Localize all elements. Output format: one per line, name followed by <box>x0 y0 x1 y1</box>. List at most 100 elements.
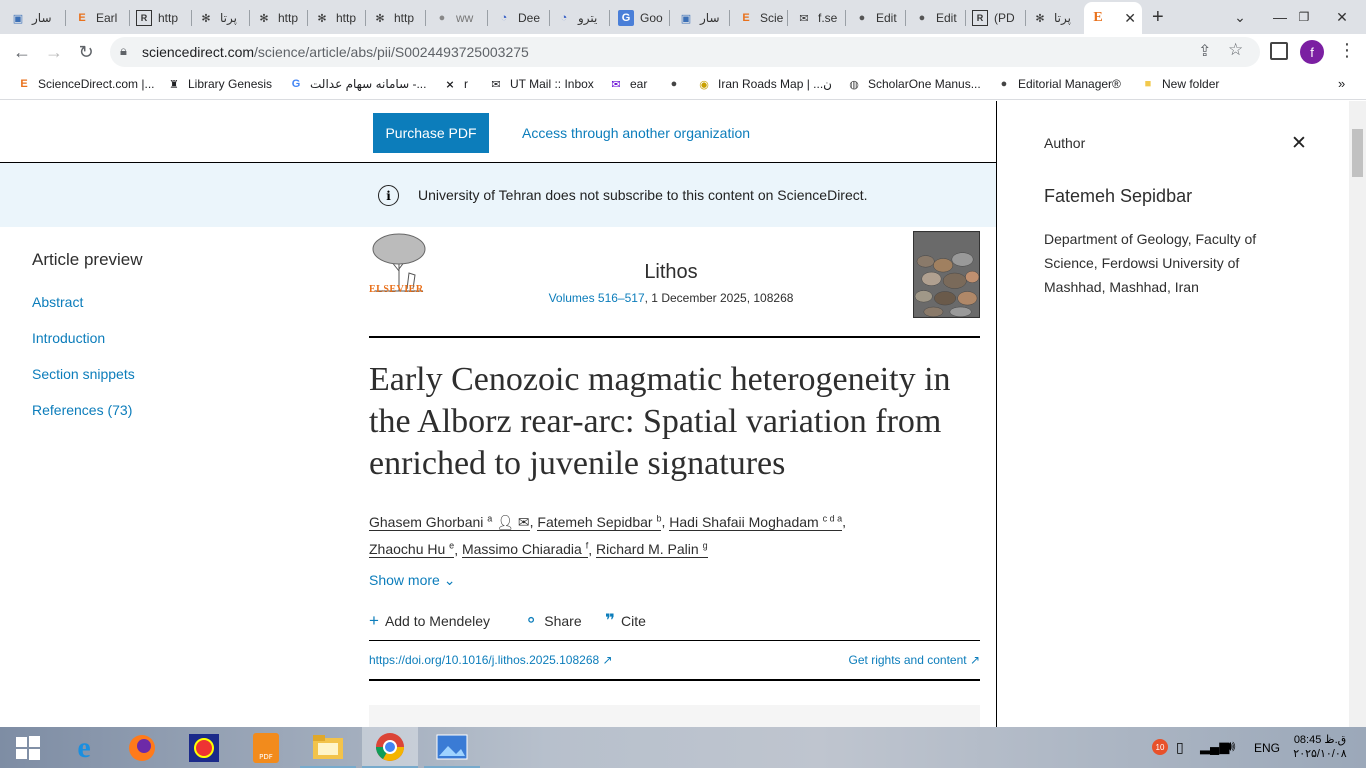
volume-icon[interactable]: 🔊︎ <box>1226 738 1235 755</box>
elsevier-wordmark: ELSEVIER <box>369 284 424 295</box>
tab[interactable]: ✻ http <box>308 4 366 32</box>
bookmark-item[interactable]: ◉ Iran Roads Map | ...ن <box>696 76 832 92</box>
language-indicator[interactable]: ENG <box>1254 741 1280 755</box>
bookmark-star-icon[interactable]: ☆ <box>1228 40 1243 60</box>
author-link[interactable]: Hadi Shafaii Moghadam c d a <box>669 513 843 531</box>
bookmark-item[interactable]: ✉ UT Mail :: Inbox <box>488 76 593 92</box>
new-tab-button[interactable]: + <box>1152 6 1164 29</box>
toc-link-abstract[interactable]: Abstract <box>32 294 83 310</box>
windows-start-icon[interactable] <box>0 727 56 768</box>
map-icon: ◉ <box>699 78 709 91</box>
bookmark-item[interactable]: ● <box>666 76 688 92</box>
share-page-icon[interactable]: ⇪ <box>1198 41 1211 61</box>
author-link[interactable]: Richard M. Palin g <box>595 541 708 559</box>
toc-link-section-snippets[interactable]: Section snippets <box>32 366 135 382</box>
close-window-button[interactable]: ✕ <box>1318 0 1366 34</box>
purchase-pdf-button[interactable]: Purchase PDF <box>373 113 489 153</box>
clock[interactable]: 08:45 ق.ظ ۲۰۲۵/۱۰/۰۸ <box>1290 733 1350 761</box>
access-bar: Purchase PDF Access through another orga… <box>0 101 996 163</box>
author-link[interactable]: Ghasem Ghorbani a 👤︎ ✉ <box>369 513 530 531</box>
journal-title[interactable]: Lithos <box>540 261 802 284</box>
scholarone-icon: ◍ <box>849 78 859 91</box>
author-link[interactable]: Massimo Chiaradia f <box>461 541 589 559</box>
network-app-icon[interactable] <box>176 727 232 768</box>
doi-link[interactable]: https://doi.org/10.1016/j.lithos.2025.10… <box>369 653 613 667</box>
cite-button[interactable]: ❞ Cite <box>605 611 646 631</box>
tab[interactable]: G Goo <box>612 4 670 32</box>
bookmark-item[interactable]: ♜ Library Genesis <box>166 76 272 92</box>
file-explorer-icon[interactable] <box>300 727 356 768</box>
tab-search-icon[interactable]: ⌄ <box>1220 0 1260 34</box>
menu-icon[interactable]: ⋮ <box>1338 40 1356 61</box>
reload-button[interactable]: ↻ <box>72 38 100 66</box>
bookmark-item[interactable]: G سامانه سهام عدالت -... <box>288 76 427 92</box>
close-tab-icon[interactable]: ✕ <box>1124 10 1136 27</box>
divider <box>369 336 980 338</box>
tab[interactable]: ✻ پرتا <box>1026 4 1082 32</box>
rights-link[interactable]: Get rights and content ↗ <box>849 653 980 667</box>
tab[interactable]: ▣ سار <box>4 4 66 32</box>
notification-badge[interactable]: 10 <box>1152 739 1168 755</box>
add-to-mendeley-button[interactable]: + Add to Mendeley <box>369 611 490 631</box>
book-icon: ♜ <box>169 78 179 91</box>
tab[interactable]: ✻ پرتا <box>192 4 250 32</box>
profile-avatar[interactable]: f <box>1300 40 1324 64</box>
person-icon: 👤︎ <box>496 513 514 530</box>
back-button[interactable]: ← <box>8 38 36 66</box>
more-bookmarks-icon[interactable]: » <box>1338 76 1345 91</box>
lock-icon: 🔒︎ <box>120 43 127 58</box>
tab[interactable]: R (PD <box>966 4 1026 32</box>
elsevier-icon: E <box>1093 10 1103 25</box>
deepl-icon: ◔ <box>560 12 568 24</box>
tab-active[interactable]: E ✕ <box>1084 2 1142 34</box>
chrome-icon[interactable] <box>362 727 418 768</box>
share-button[interactable]: ⚬ Share <box>524 611 582 631</box>
show-more-button[interactable]: Show more ⌄ <box>369 572 455 589</box>
tab[interactable]: ◔ Dee <box>490 4 550 32</box>
pdf-reader-icon[interactable]: PDF <box>238 727 294 768</box>
tab[interactable]: ✉ f.se <box>790 4 846 32</box>
toc-link-introduction[interactable]: Introduction <box>32 330 105 346</box>
mail-icon: ✉ <box>491 78 501 91</box>
google-icon: G <box>291 78 301 90</box>
journal-cover-image[interactable] <box>913 231 980 318</box>
firefox-icon[interactable] <box>114 727 170 768</box>
signal-icon[interactable]: ▂▄▆ <box>1200 739 1229 755</box>
devices-icon[interactable]: ▯ <box>1176 739 1184 756</box>
tab[interactable]: ● Edit <box>908 4 966 32</box>
address-bar[interactable]: 🔒︎ sciencedirect.com/science/article/abs… <box>110 37 1260 67</box>
tab[interactable]: Rhttp <box>130 4 192 32</box>
email-icon: ✉ <box>517 513 530 530</box>
author-link[interactable]: Zhaochu Hu e <box>369 541 455 559</box>
article-title: Early Cenozoic magmatic heterogeneity in… <box>369 361 951 482</box>
x-icon: ⨯ <box>445 78 455 91</box>
bookmark-item[interactable]: ◍ ScholarOne Manus... <box>846 76 981 92</box>
bookmark-item[interactable]: E ScienceDirect.com |... <box>16 76 154 92</box>
scrollbar-thumb[interactable] <box>1352 129 1363 177</box>
tab[interactable]: ◔ يترو <box>550 4 610 32</box>
bookmark-item[interactable]: ✉ ear <box>608 76 647 92</box>
tab[interactable]: ● Edit <box>848 4 906 32</box>
toc-link-references[interactable]: References (73) <box>32 402 132 418</box>
internet-explorer-icon[interactable]: e <box>56 727 112 768</box>
external-link-icon: ↗ <box>969 653 980 667</box>
tab[interactable]: ▣ سار <box>672 4 730 32</box>
tab[interactable]: E Scie <box>732 4 788 32</box>
forward-button[interactable]: → <box>40 38 68 66</box>
bookmark-item[interactable]: ● Editorial Manager® <box>996 76 1121 92</box>
tab[interactable]: ✻ http <box>366 4 426 32</box>
tab[interactable]: ✻ http <box>250 4 308 32</box>
elsevier-icon: E <box>742 12 750 24</box>
close-icon[interactable]: ✕ <box>1291 132 1307 155</box>
divider <box>369 640 980 641</box>
tab[interactable]: ● ww <box>428 4 488 32</box>
scrollbar[interactable] <box>1349 101 1366 727</box>
bookmark-item[interactable]: ■ New folder <box>1140 76 1220 92</box>
photo-viewer-icon[interactable] <box>424 727 480 768</box>
bookmark-item[interactable]: ⨯ r <box>442 76 468 92</box>
tab[interactable]: E Earl <box>68 4 130 32</box>
access-another-org-link[interactable]: Access through another organization <box>522 125 750 141</box>
volume-link[interactable]: Volumes 516–517 <box>549 291 645 305</box>
side-panel-icon[interactable] <box>1270 42 1288 60</box>
author-link[interactable]: Fatemeh Sepidbar b <box>537 513 662 531</box>
